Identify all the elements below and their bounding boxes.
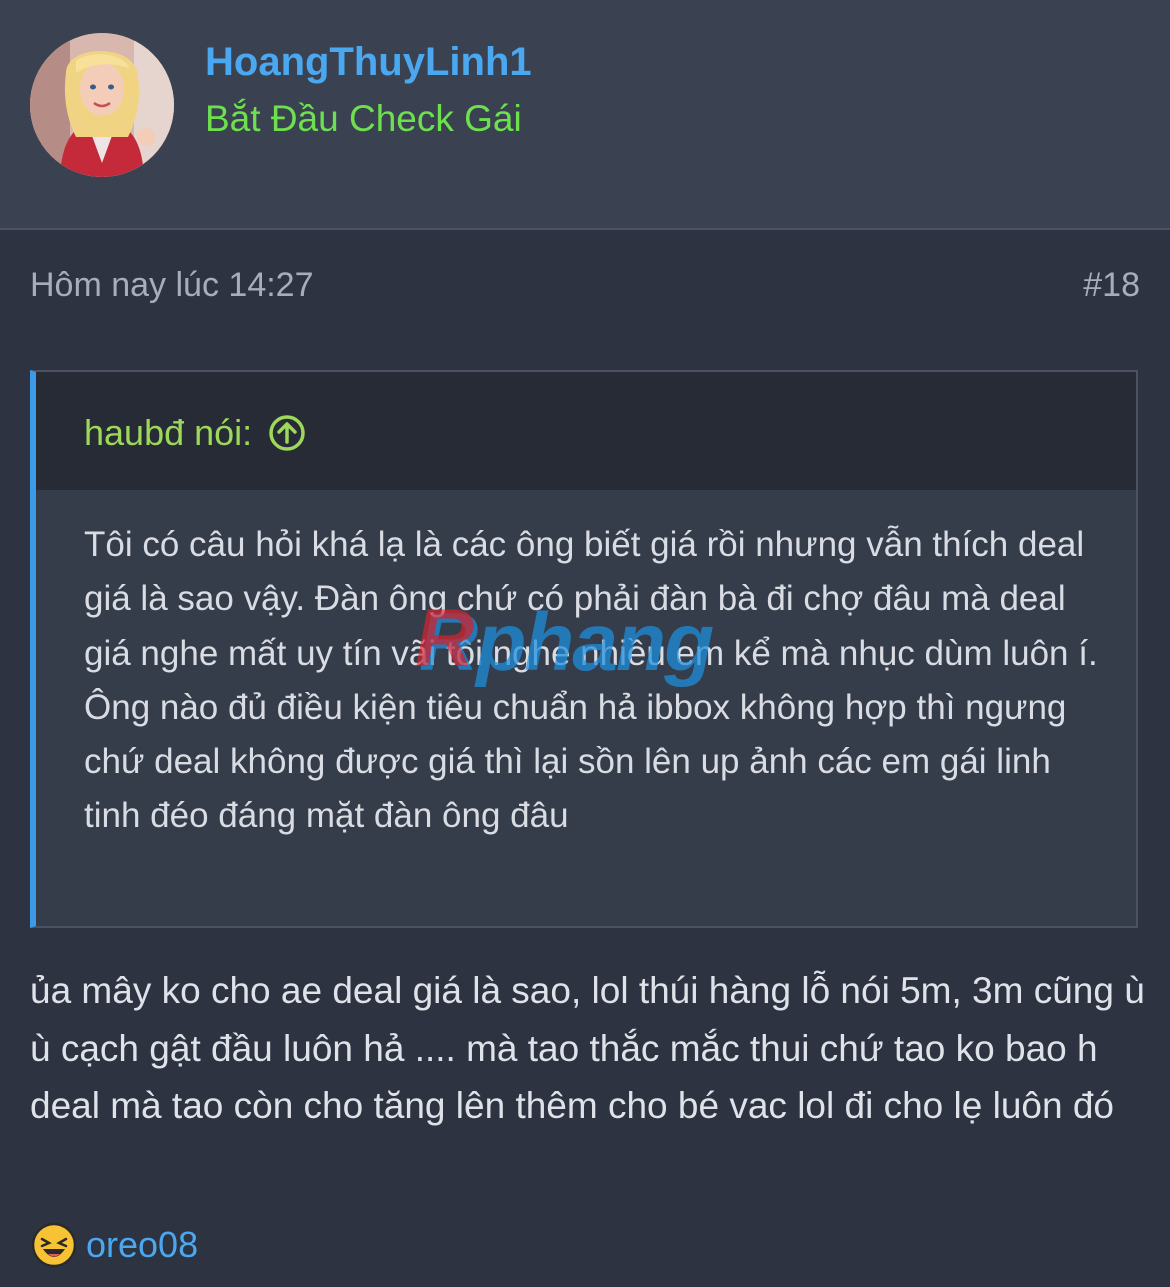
- author-username[interactable]: HoangThuyLinh1: [205, 38, 532, 86]
- arrow-up-circle-icon[interactable]: [268, 414, 306, 452]
- user-avatar[interactable]: [30, 33, 174, 177]
- reaction-summary[interactable]: oreo08: [30, 1220, 198, 1270]
- avatar-image: [30, 33, 174, 177]
- post-meta-bar: Hôm nay lúc 14:27 #18: [30, 262, 1140, 308]
- author-user-title: Bắt Đầu Check Gái: [205, 98, 522, 139]
- quote-block: haubđ nói: Tôi có câu hỏi khá lạ là các …: [30, 370, 1138, 928]
- quote-text: Tôi có câu hỏi khá lạ là các ông biết gi…: [84, 525, 1098, 836]
- quote-header: haubđ nói:: [36, 372, 1136, 490]
- post-author-header: HoangThuyLinh1 Bắt Đầu Check Gái: [0, 0, 1170, 230]
- quote-author-label: haubđ nói:: [84, 412, 253, 453]
- post-number-link[interactable]: #18: [1083, 262, 1140, 308]
- post-timestamp[interactable]: Hôm nay lúc 14:27: [30, 262, 314, 308]
- quote-author-link[interactable]: haubđ nói:: [84, 410, 306, 456]
- post-body-text: ủa mây ko cho ae deal giá là sao, lol th…: [30, 970, 1145, 1126]
- laughing-emoji-icon: [31, 1222, 77, 1268]
- reaction-username[interactable]: oreo08: [86, 1221, 198, 1269]
